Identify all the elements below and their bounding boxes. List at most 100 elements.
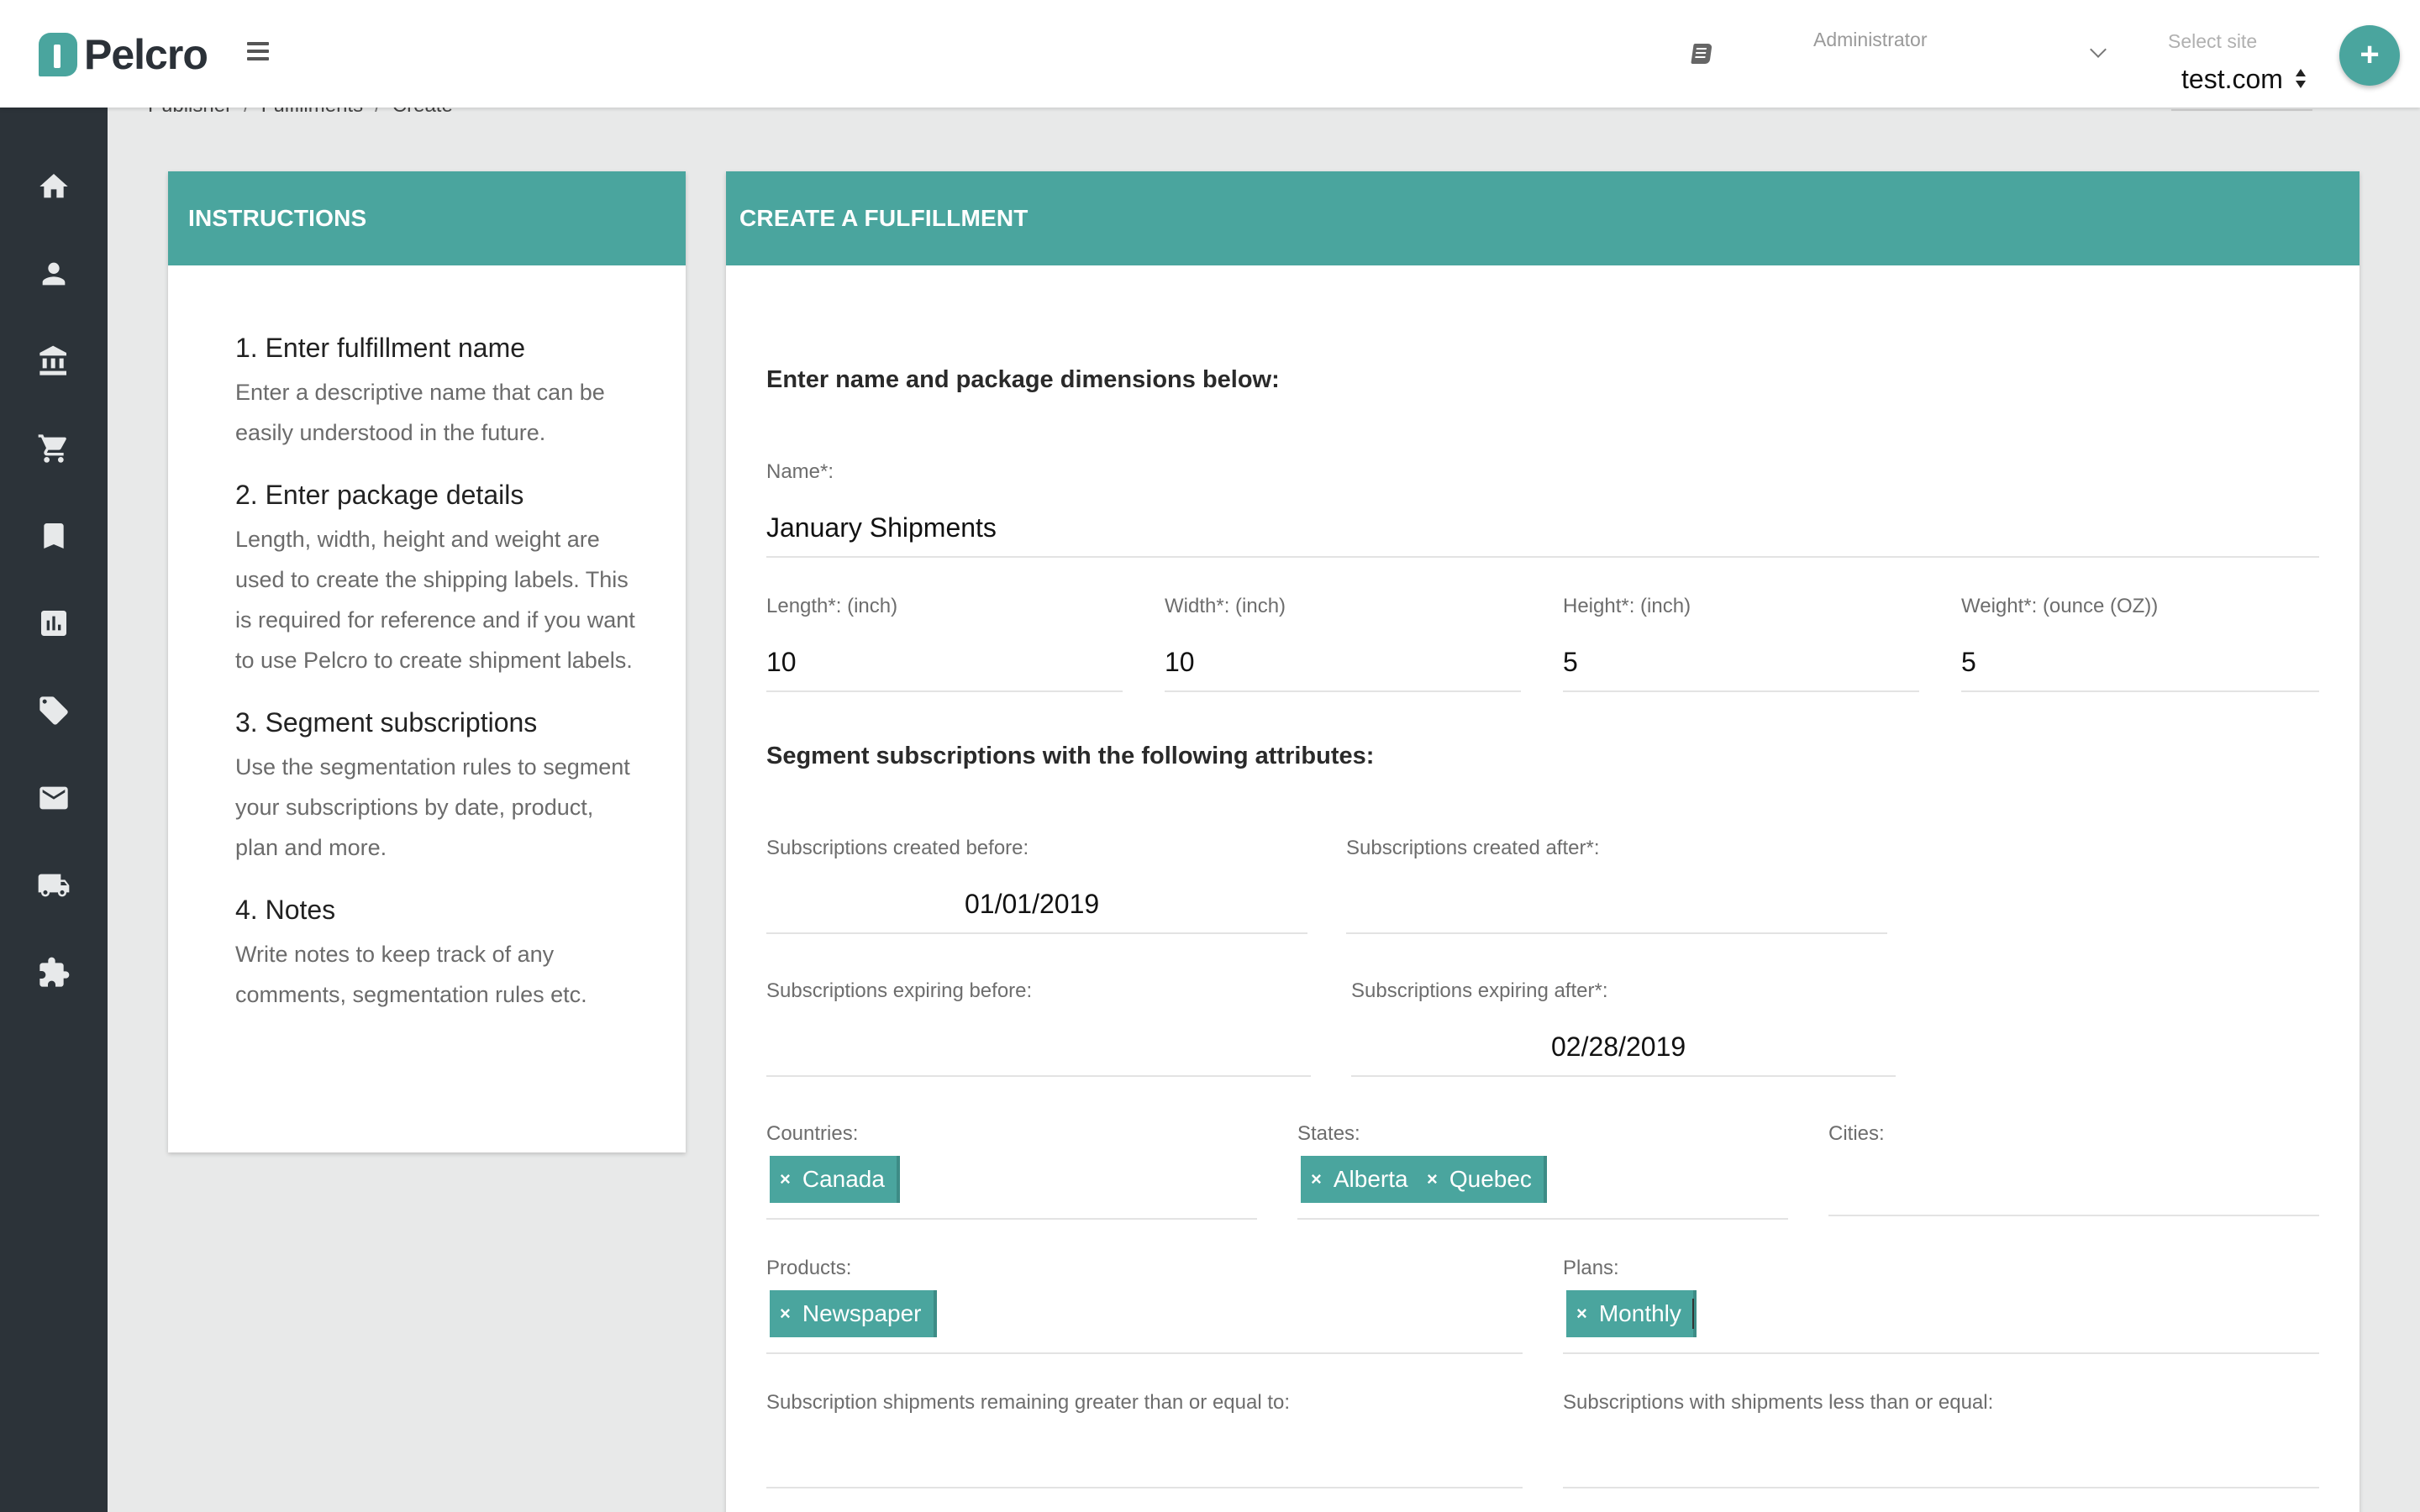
expiring-before-label: Subscriptions expiring before: xyxy=(766,979,1033,1002)
chip-remove-icon[interactable]: × xyxy=(780,1168,791,1190)
products-label: Products: xyxy=(766,1257,852,1279)
chip-canada[interactable]: × Canada xyxy=(770,1156,900,1203)
expiring-after-field[interactable]: Subscriptions expiring after*: 02/28/201… xyxy=(1351,979,1896,1079)
width-input[interactable]: 10 xyxy=(1165,647,1195,678)
countries-label: Countries: xyxy=(766,1122,859,1145)
chip-label: Newspaper xyxy=(802,1300,922,1326)
instruction-step: 3. Segment subscriptions Use the segment… xyxy=(235,707,635,868)
sidebar-item-coupons[interactable] xyxy=(34,690,74,731)
chip-label: Monthly xyxy=(1598,1300,1681,1326)
site-select-label: Select site xyxy=(2168,30,2258,52)
chip-alberta[interactable]: × Alberta xyxy=(1301,1156,1423,1203)
logo-text: Pelcro xyxy=(84,31,208,78)
sidebar-item-reports[interactable] xyxy=(34,603,74,643)
segment-section-title: Segment subscriptions with the following… xyxy=(766,743,1375,769)
length-label: Length*: (inch) xyxy=(766,595,898,617)
sidebar-item-mail[interactable] xyxy=(34,778,74,818)
menu-toggle-icon[interactable] xyxy=(247,42,269,62)
chip-remove-icon[interactable]: × xyxy=(780,1303,791,1325)
chip-monthly[interactable]: × Monthly xyxy=(1566,1290,1697,1337)
plans-field[interactable]: Plans: × Monthly xyxy=(1563,1257,2319,1356)
sidebar-item-fulfillments[interactable] xyxy=(34,865,74,906)
chevron-down-icon[interactable] xyxy=(2090,41,2107,58)
step-title: 4. Notes xyxy=(235,895,336,925)
step-title: 2. Enter package details xyxy=(235,480,524,510)
created-before-field[interactable]: Subscriptions created before: 01/01/2019 xyxy=(766,837,1307,936)
create-fulfillment-header: CREATE A FULFILLMENT xyxy=(726,171,2360,265)
role-select-label[interactable]: Administrator xyxy=(1813,29,1927,51)
chip-label: Alberta xyxy=(1333,1166,1408,1192)
height-field[interactable]: Height*: (inch) 5 xyxy=(1563,595,1919,694)
products-field[interactable]: Products: × Newspaper xyxy=(766,1257,1523,1356)
text-caret xyxy=(1692,1299,1694,1329)
weight-field[interactable]: Weight*: (ounce (OZ)) 5 xyxy=(1961,595,2319,694)
chip-label: Canada xyxy=(802,1166,885,1192)
pelcro-logo[interactable]: Pelcro xyxy=(39,30,208,79)
width-label: Width*: (inch) xyxy=(1165,595,1286,617)
height-input[interactable]: 5 xyxy=(1563,647,1578,678)
chip-remove-icon[interactable]: × xyxy=(1427,1168,1438,1190)
chip-label: Quebec xyxy=(1449,1166,1532,1192)
bank-icon xyxy=(39,345,66,375)
cities-label: Cities: xyxy=(1828,1122,1885,1145)
instruction-step: 1. Enter fulfillment name Enter a descri… xyxy=(235,333,635,453)
sidebar-item-commerce[interactable] xyxy=(34,428,74,469)
cart-icon xyxy=(38,434,66,463)
instructions-header: INSTRUCTIONS xyxy=(168,171,686,265)
length-field[interactable]: Length*: (inch) 10 xyxy=(766,595,1123,694)
created-before-label: Subscriptions created before: xyxy=(766,837,1029,859)
mail-icon xyxy=(39,786,68,810)
site-select-value[interactable]: test.com xyxy=(2181,64,2283,95)
name-label: Name*: xyxy=(766,460,834,483)
add-button[interactable]: + xyxy=(2339,25,2400,86)
weight-input[interactable]: 5 xyxy=(1961,647,1976,678)
shipments-remaining-label: Subscription shipments remaining greater… xyxy=(766,1391,1291,1414)
height-label: Height*: (inch) xyxy=(1563,595,1691,617)
expiring-after-input[interactable]: 02/28/2019 xyxy=(1551,1032,1686,1063)
step-text: Enter a descriptive name that can be eas… xyxy=(235,380,605,445)
sidebar-item-content[interactable] xyxy=(34,516,74,556)
chip-quebec[interactable]: × Quebec xyxy=(1417,1156,1547,1203)
length-input[interactable]: 10 xyxy=(766,647,797,678)
sidebar-item-billing[interactable] xyxy=(34,341,74,381)
chart-icon xyxy=(41,611,66,636)
width-field[interactable]: Width*: (inch) 10 xyxy=(1165,595,1521,694)
person-icon xyxy=(42,262,66,286)
chip-newspaper[interactable]: × Newspaper xyxy=(770,1290,937,1337)
sidebar-item-customers[interactable] xyxy=(34,254,74,294)
sidebar xyxy=(0,108,108,1512)
created-after-field[interactable]: Subscriptions created after*: xyxy=(1346,837,1887,936)
puzzle-icon xyxy=(39,957,70,987)
cities-field[interactable]: Cities: xyxy=(1828,1122,2319,1221)
weight-label: Weight*: (ounce (OZ)) xyxy=(1961,595,2159,617)
truck-icon xyxy=(38,874,70,897)
chip-remove-icon[interactable]: × xyxy=(1311,1168,1322,1190)
sidebar-item-integrations[interactable] xyxy=(34,953,74,993)
ticket-icon xyxy=(39,696,68,725)
plans-label: Plans: xyxy=(1563,1257,1619,1279)
created-before-input[interactable]: 01/01/2019 xyxy=(965,889,1099,920)
countries-field[interactable]: Countries: × Canada xyxy=(766,1122,1257,1221)
sidebar-item-home[interactable] xyxy=(34,166,74,207)
instruction-step: 4. Notes Write notes to keep track of an… xyxy=(235,895,635,1015)
create-fulfillment-card: CREATE A FULFILLMENT Enter name and pack… xyxy=(726,171,2360,1512)
bookmark-icon xyxy=(44,523,64,549)
name-field[interactable]: Name*: January Shipments xyxy=(766,460,2319,559)
shipments-less-field[interactable]: Subscriptions with shipments less than o… xyxy=(1563,1391,2319,1490)
sort-arrows-icon[interactable] xyxy=(2294,69,2307,92)
instruction-step: 2. Enter package details Length, width, … xyxy=(235,480,635,680)
states-field[interactable]: States: × Alberta × Quebec xyxy=(1297,1122,1788,1221)
expiring-before-field[interactable]: Subscriptions expiring before: xyxy=(766,979,1311,1079)
docs-book-icon[interactable] xyxy=(1691,44,1712,64)
chip-remove-icon[interactable]: × xyxy=(1576,1303,1587,1325)
home-icon xyxy=(39,174,68,198)
top-bar: Pelcro Administrator Select site test.co… xyxy=(0,0,2420,108)
created-after-label: Subscriptions created after*: xyxy=(1346,837,1600,859)
name-input[interactable]: January Shipments xyxy=(766,512,997,543)
package-section-title: Enter name and package dimensions below: xyxy=(766,366,1280,393)
instructions-card: INSTRUCTIONS 1. Enter fulfillment name E… xyxy=(168,171,686,1152)
shipments-less-label: Subscriptions with shipments less than o… xyxy=(1563,1391,1994,1414)
expiring-after-label: Subscriptions expiring after*: xyxy=(1351,979,1608,1002)
step-text: Use the segmentation rules to segment yo… xyxy=(235,754,630,860)
shipments-remaining-field[interactable]: Subscription shipments remaining greater… xyxy=(766,1391,1523,1490)
